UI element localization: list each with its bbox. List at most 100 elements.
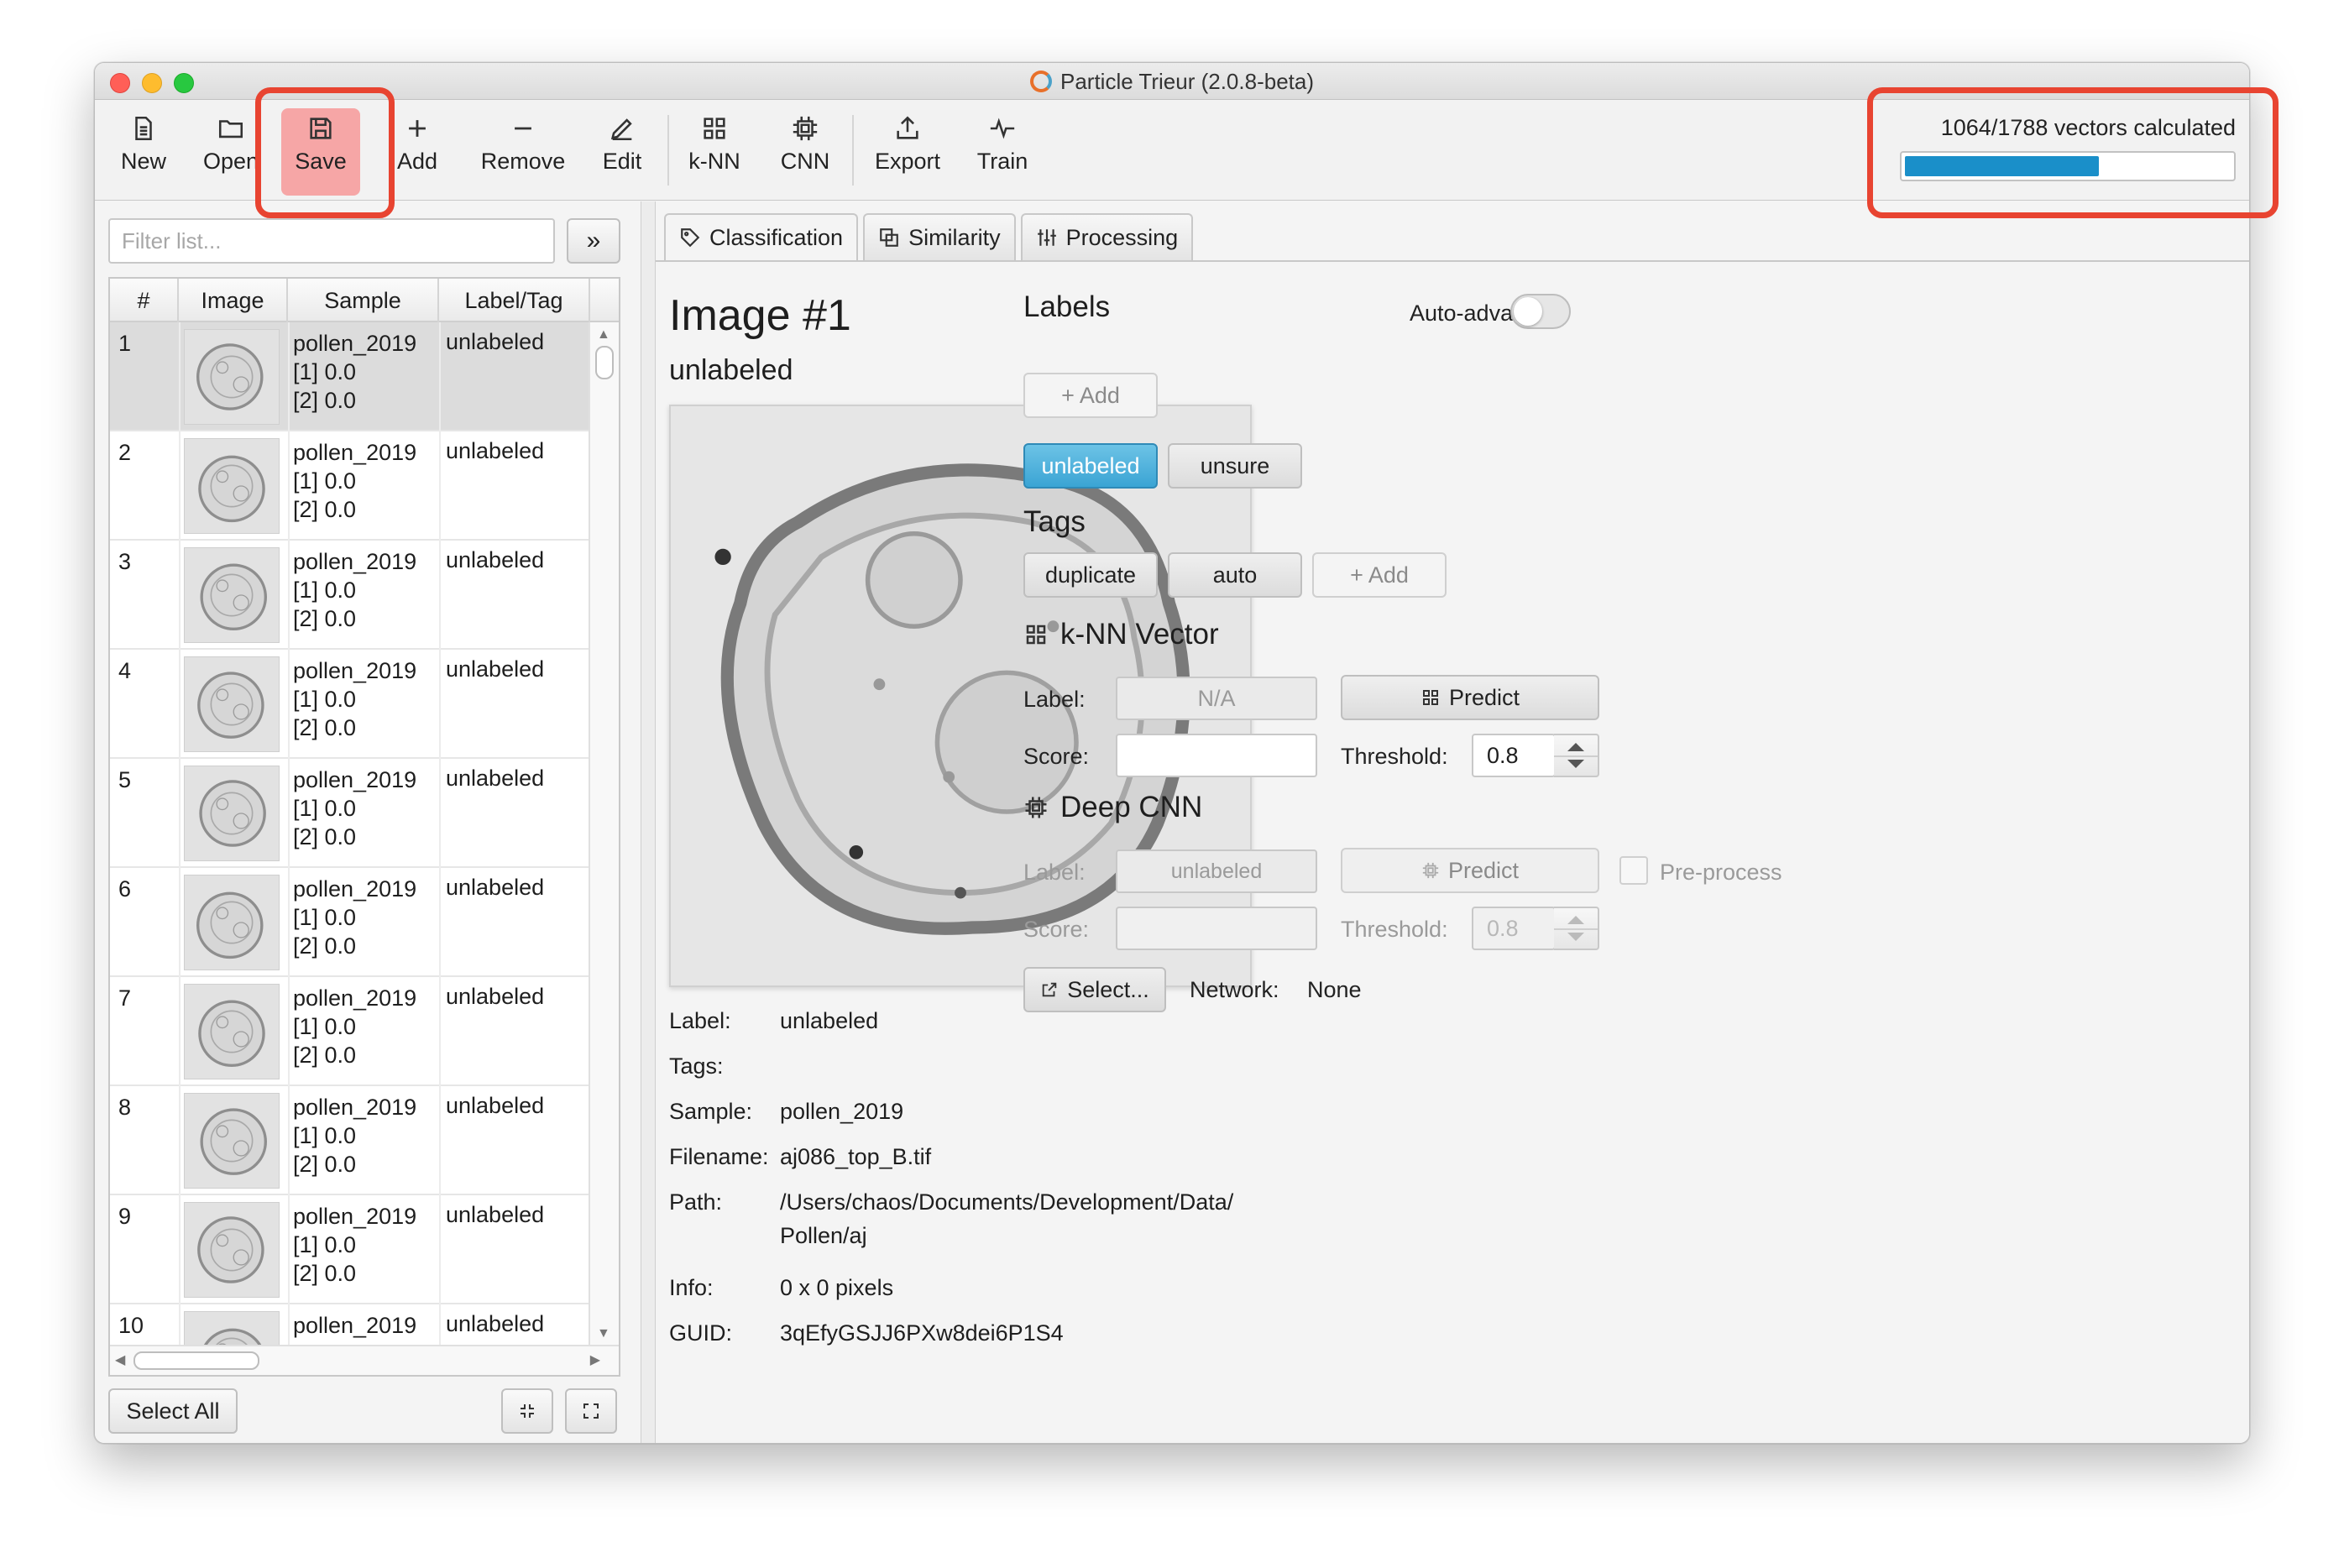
info-value: 3qEfyGSJJ6PXw8dei6P1S4	[780, 1320, 1064, 1346]
row-sample: pollen_2019 [1] 0.0 [2] 0.0	[293, 438, 416, 524]
external-link-icon	[1042, 982, 1057, 997]
chip-icon	[1422, 862, 1439, 879]
train-button[interactable]: Train	[965, 108, 1040, 192]
knn-threshold-stepper[interactable]	[1554, 734, 1599, 777]
row-value-2: [2] 0.0	[293, 1152, 357, 1177]
grid-icon	[1422, 690, 1438, 705]
open-button[interactable]: Open	[197, 108, 264, 192]
tag-button-auto[interactable]: auto	[1168, 552, 1302, 598]
cnn-heading: Deep CNN	[1023, 791, 1202, 824]
horizontal-scrollbar[interactable]: ◀ ▶	[110, 1345, 619, 1375]
tab-similarity[interactable]: Similarity	[863, 213, 1016, 260]
info-key: Filename:	[669, 1144, 769, 1169]
row-number: 6	[118, 876, 132, 902]
chevron-down-icon[interactable]	[1567, 760, 1584, 768]
add-label-button[interactable]: + Add	[1023, 373, 1158, 418]
knn-threshold-input[interactable]: 0.8	[1472, 734, 1556, 777]
pollen-thumbnail-image	[185, 657, 279, 751]
chip-icon	[1025, 797, 1047, 818]
table-row[interactable]: 1 pollen_2019 [1] 0.0 [2] 0.0 unlabeled	[110, 322, 590, 431]
tab-classification[interactable]: Classification	[664, 213, 859, 260]
sliders-icon	[1037, 229, 1056, 246]
table-row[interactable]: 5 pollen_2019 [1] 0.0 [2] 0.0 unlabeled	[110, 759, 590, 868]
export-button[interactable]: Export	[866, 108, 950, 192]
info-value: pollen_2019	[780, 1099, 904, 1124]
scroll-right-icon[interactable]: ▶	[590, 1351, 600, 1368]
add-tag-button[interactable]: + Add	[1312, 552, 1447, 598]
cnn-label-value: unlabeled	[1116, 849, 1317, 893]
new-document-icon	[129, 108, 158, 145]
knn-score-field[interactable]	[1116, 734, 1317, 777]
preprocess-label: Pre-process	[1660, 860, 1782, 885]
row-sample-name: pollen_2019	[293, 876, 417, 902]
row-sample-name: pollen_2019	[293, 985, 417, 1011]
cnn-button[interactable]: CNN	[772, 108, 839, 192]
vertical-scroll-thumb[interactable]	[595, 346, 614, 379]
expand-button[interactable]	[565, 1388, 617, 1434]
table-row[interactable]: 8 pollen_2019 [1] 0.0 [2] 0.0 unlabeled	[110, 1086, 590, 1195]
collapse-icon	[521, 1404, 534, 1418]
new-button[interactable]: New	[110, 108, 177, 192]
cnn-score-field[interactable]	[1116, 907, 1317, 950]
row-value-2: [2] 0.0	[293, 824, 357, 849]
split-pane-divider[interactable]	[641, 201, 656, 1443]
select-all-button[interactable]: Select All	[108, 1388, 238, 1434]
edit-button[interactable]: Edit	[589, 108, 656, 192]
tag-icon	[681, 228, 700, 248]
table-row[interactable]: 4 pollen_2019 [1] 0.0 [2] 0.0 unlabeled	[110, 650, 590, 759]
pencil-icon	[608, 108, 636, 145]
pollen-thumbnail-image	[185, 1312, 279, 1346]
select-network-button[interactable]: Select...	[1023, 967, 1166, 1012]
knn-predict-button[interactable]: Predict	[1341, 675, 1599, 720]
row-value-1: [1] 0.0	[293, 687, 357, 712]
row-label: unlabeled	[446, 1311, 545, 1336]
row-thumbnail	[184, 1202, 280, 1298]
scroll-up-icon[interactable]: ▲	[597, 327, 610, 342]
classification-panel: Image #1 unlabeled Label: unlabeled Tags: S…	[656, 260, 2249, 1443]
scroll-down-icon[interactable]: ▼	[597, 1326, 610, 1341]
scroll-left-icon[interactable]: ◀	[115, 1351, 125, 1368]
table-row[interactable]: 10 pollen_2019[1] 0.0 unlabeled	[110, 1304, 590, 1346]
cnn-threshold-input[interactable]: 0.8	[1472, 907, 1556, 950]
expand-icon	[583, 1403, 599, 1419]
filter-input[interactable]: Filter list...	[108, 218, 555, 264]
row-label: unlabeled	[446, 875, 545, 900]
row-label: unlabeled	[446, 1093, 545, 1118]
progress-annotation-box	[1867, 87, 2279, 218]
preprocess-checkbox[interactable]	[1619, 856, 1648, 885]
cnn-predict-button[interactable]: Predict	[1341, 848, 1599, 893]
pollen-thumbnail-image	[185, 1094, 279, 1188]
row-thumbnail	[184, 656, 280, 752]
chevron-down-icon[interactable]	[1567, 933, 1584, 941]
filter-apply-button[interactable]: »	[567, 218, 620, 264]
auto-advance-toggle[interactable]	[1510, 294, 1571, 329]
pollen-thumbnail-image	[185, 766, 279, 860]
column-header-label[interactable]: Label/Tag	[439, 279, 590, 322]
table-row[interactable]: 2 pollen_2019 [1] 0.0 [2] 0.0 unlabeled	[110, 431, 590, 541]
remove-button[interactable]: Remove	[474, 108, 572, 192]
row-number: 1	[118, 331, 132, 356]
table-row[interactable]: 6 pollen_2019 [1] 0.0 [2] 0.0 unlabeled	[110, 868, 590, 977]
table-row[interactable]: 3 pollen_2019 [1] 0.0 [2] 0.0 unlabeled	[110, 541, 590, 650]
column-header-sample[interactable]: Sample	[288, 279, 439, 322]
knn-button[interactable]: k-NN	[681, 108, 748, 192]
cnn-threshold-stepper[interactable]	[1554, 907, 1599, 950]
info-key: Info:	[669, 1275, 714, 1300]
table-row[interactable]: 7 pollen_2019 [1] 0.0 [2] 0.0 unlabeled	[110, 977, 590, 1086]
tag-button-duplicate[interactable]: duplicate	[1023, 552, 1158, 598]
row-sample: pollen_2019 [1] 0.0 [2] 0.0	[293, 329, 416, 415]
row-value-1: [1] 0.0	[293, 1232, 357, 1257]
row-thumbnail	[184, 438, 280, 534]
tab-processing[interactable]: Processing	[1020, 213, 1194, 260]
column-header-number[interactable]: #	[110, 279, 179, 322]
table-row[interactable]: 9 pollen_2019 [1] 0.0 [2] 0.0 unlabeled	[110, 1195, 590, 1304]
chevron-up-icon[interactable]	[1567, 916, 1584, 924]
horizontal-scroll-thumb[interactable]	[133, 1351, 259, 1370]
column-header-image[interactable]: Image	[179, 279, 288, 322]
vertical-scrollbar[interactable]: ▲ ▼	[589, 322, 619, 1346]
chevron-up-icon[interactable]	[1567, 743, 1584, 751]
collapse-button[interactable]	[501, 1388, 553, 1434]
label-button-unsure[interactable]: unsure	[1168, 443, 1302, 489]
label-button-unlabeled[interactable]: unlabeled	[1023, 443, 1158, 489]
row-number: 9	[118, 1204, 132, 1229]
